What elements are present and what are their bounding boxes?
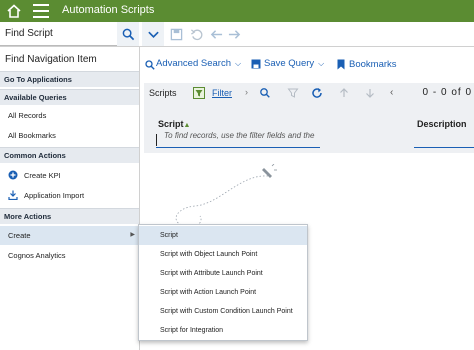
script-filter-field[interactable] (156, 147, 320, 148)
clear-filter-icon[interactable] (287, 87, 299, 99)
filter-link[interactable]: Filter (212, 88, 232, 98)
save-query-button[interactable]: Save Query ⌵ (264, 58, 324, 69)
search-icon (145, 60, 155, 70)
undo-icon[interactable] (190, 28, 203, 41)
menu-item-script-for-integration[interactable]: Script for Integration (139, 321, 307, 340)
save-icon[interactable] (170, 28, 183, 41)
create-submenu: Script Script with Object Launch Point S… (138, 224, 308, 341)
advanced-search-label: Advanced Search (156, 58, 231, 69)
search-icon (122, 28, 135, 41)
chevron-down-icon (148, 31, 159, 39)
chevron-down-icon: ⌵ (318, 59, 325, 68)
previous-page-icon[interactable]: ‹ (390, 87, 393, 98)
find-search-button[interactable] (117, 22, 139, 46)
hamburger-menu-icon[interactable] (33, 4, 49, 18)
find-options-dropdown[interactable] (142, 22, 164, 46)
navigation-panel: Find Navigation Item Go To Applications … (0, 47, 140, 350)
column-header-description-label: Description (417, 119, 467, 129)
menu-item-script-attribute-launch-point[interactable]: Script with Attribute Launch Point (139, 264, 307, 283)
refresh-icon[interactable] (311, 87, 323, 99)
advanced-search-button[interactable]: Advanced Search ⌵ (156, 58, 241, 69)
menu-item-script[interactable]: Script (139, 226, 307, 245)
column-header-description[interactable]: Description (414, 103, 474, 153)
home-icon[interactable] (6, 3, 22, 19)
filter-icon[interactable] (193, 87, 205, 99)
menu-item-script-object-launch-point[interactable]: Script with Object Launch Point (139, 245, 307, 264)
column-header-script[interactable]: Script▲ (144, 103, 414, 153)
menu-item-script-custom-condition-launch-point[interactable]: Script with Custom Condition Launch Poin… (139, 302, 307, 321)
save-query-icon (251, 59, 261, 69)
section-more-actions[interactable]: More Actions (0, 208, 139, 224)
chevron-right-icon[interactable]: › (245, 87, 248, 97)
save-query-label: Save Query (264, 58, 315, 69)
chevron-down-icon: ⌵ (235, 59, 242, 68)
arrow-down-icon[interactable] (364, 87, 376, 99)
search-icon[interactable] (259, 87, 271, 99)
section-available-queries[interactable]: Available Queries (0, 89, 139, 105)
nav-item-cognos-analytics[interactable]: Cognos Analytics (0, 251, 139, 260)
caret-right-icon: ▶ (130, 232, 135, 238)
nav-item-create-kpi[interactable]: Create KPI (0, 171, 139, 180)
table-toolbar: Scripts Filter › ‹ 0 - 0 of 0 (144, 83, 474, 103)
table-title: Scripts (149, 88, 177, 98)
find-record-input[interactable] (0, 22, 117, 46)
text-cursor (156, 134, 157, 146)
nav-item-all-bookmarks[interactable]: All Bookmarks (0, 131, 139, 140)
section-common-actions[interactable]: Common Actions (0, 147, 139, 163)
pagination-count: 0 - 0 of 0 (422, 87, 472, 98)
arrow-right-icon[interactable] (228, 28, 241, 41)
menu-item-script-action-launch-point[interactable]: Script with Action Launch Point (139, 283, 307, 302)
bookmark-icon (337, 59, 345, 70)
app-title: Automation Scripts (62, 4, 155, 16)
description-filter-field[interactable] (414, 147, 474, 148)
bookmarks-button[interactable]: Bookmarks (349, 59, 397, 70)
nav-item-all-records[interactable]: All Records (0, 111, 139, 120)
arrow-left-icon[interactable] (210, 28, 223, 41)
empty-state-hint: To find records, use the filter fields a… (164, 131, 315, 140)
column-header-script-label: Script▲ (158, 119, 191, 129)
nav-item-create-label: Create (8, 231, 31, 240)
find-bar (0, 22, 474, 47)
sort-ascending-icon: ▲ (183, 122, 191, 129)
nav-item-create[interactable]: Create ▶ (0, 226, 139, 245)
nav-item-application-import[interactable]: Application Import (0, 191, 139, 200)
section-go-to-applications[interactable]: Go To Applications (0, 71, 139, 87)
arrow-up-icon[interactable] (338, 87, 350, 99)
top-bar: Automation Scripts (0, 0, 474, 22)
search-toolbar: Advanced Search ⌵ Save Query ⌵ Bookmarks (140, 47, 474, 81)
nav-panel-title: Find Navigation Item (5, 54, 97, 65)
